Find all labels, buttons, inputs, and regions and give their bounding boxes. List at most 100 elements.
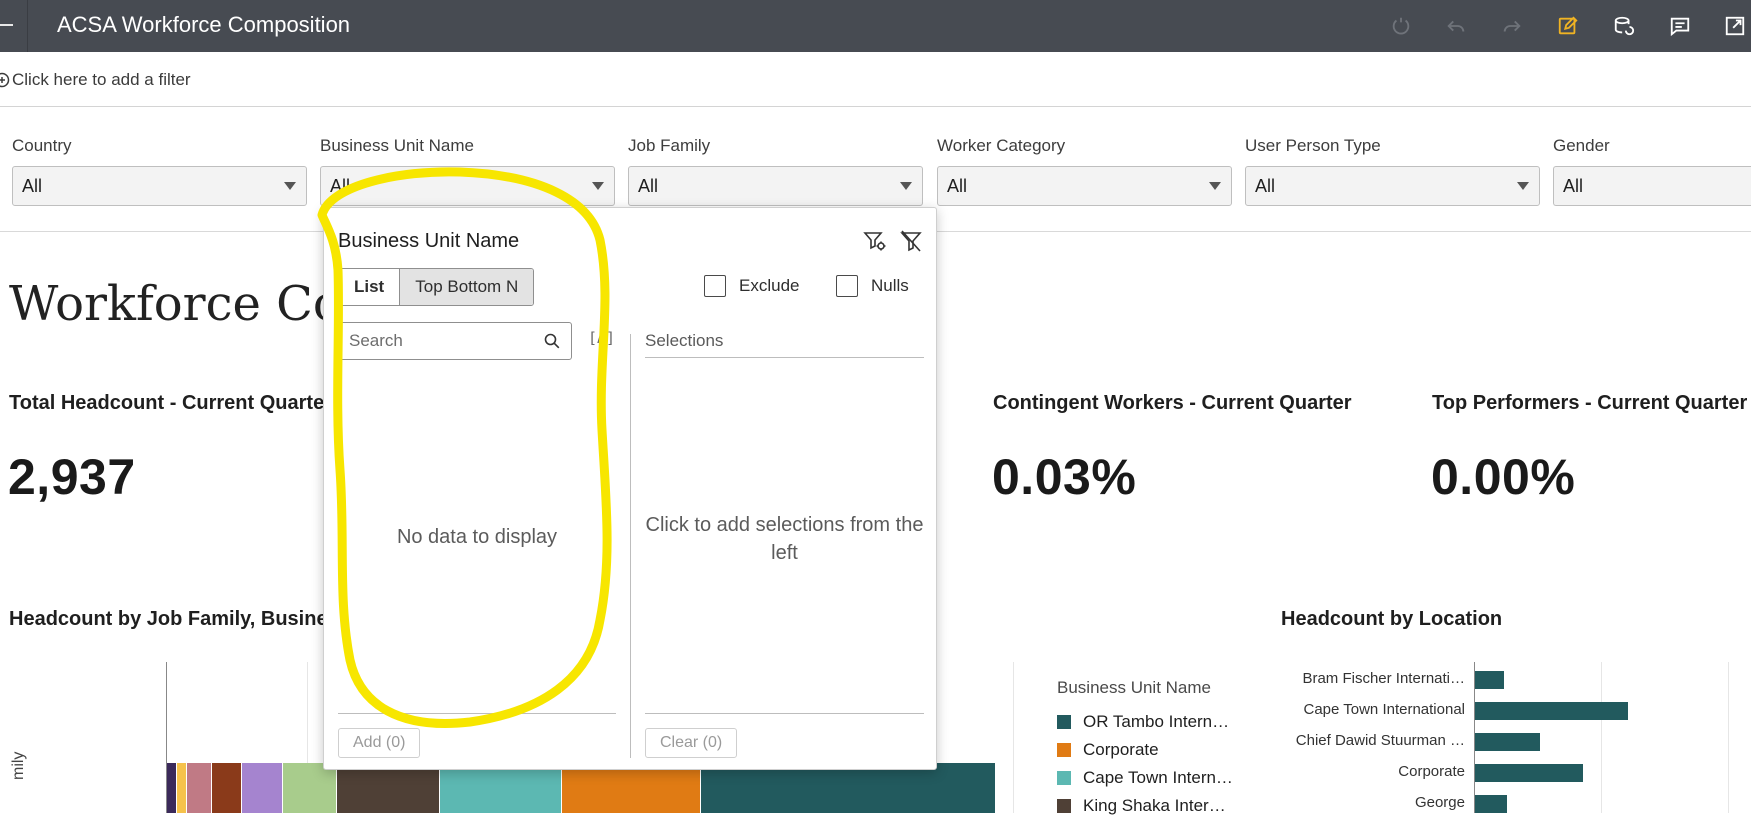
add-circle-icon	[0, 72, 10, 88]
caret-down-icon	[1517, 182, 1529, 190]
legend-label: Cape Town Intern…	[1083, 768, 1233, 787]
search-input[interactable]	[339, 323, 534, 359]
legend-item[interactable]: Cape Town Intern…	[1057, 764, 1233, 792]
kpi-value-top-performers: 0.00%	[1431, 449, 1576, 505]
section-title-job-family: Headcount by Job Family, Business	[9, 608, 350, 630]
nulls-checkbox[interactable]: Nulls	[836, 275, 909, 297]
job-family-select[interactable]: All	[628, 166, 923, 206]
worker-category-select[interactable]: All	[937, 166, 1232, 206]
prompt-label: Gender	[1553, 136, 1610, 155]
comment-icon[interactable]	[1667, 13, 1693, 39]
add-filter-link[interactable]: Click here to add a filter	[0, 70, 191, 90]
prompt-label: User Person Type	[1245, 136, 1381, 155]
nulls-label: Nulls	[871, 276, 909, 295]
business-unit-filter-popup: Business Unit Name List Top Bottom N Exc…	[323, 207, 937, 770]
user-person-type-select[interactable]: All	[1245, 166, 1540, 206]
selections-bottom-divider	[645, 713, 924, 714]
location-gridline	[1601, 662, 1602, 813]
data-refresh-icon[interactable]	[1611, 13, 1637, 39]
add-filter-label: Click here to add a filter	[12, 70, 191, 89]
search-field	[338, 322, 572, 360]
location-bar[interactable]	[1475, 671, 1504, 689]
legend-item[interactable]: Corporate	[1057, 736, 1233, 764]
checkbox-box[interactable]	[836, 275, 858, 297]
location-gridline	[1728, 662, 1729, 813]
stacked-bar-segment[interactable]	[167, 763, 177, 813]
gridline	[1013, 662, 1014, 813]
search-icon[interactable]	[543, 332, 561, 350]
case-sensitive-toggle[interactable]: [A]	[588, 329, 615, 347]
kpi-value-contingent-workers: 0.03%	[992, 449, 1137, 505]
selection-hint: Click to add selections from the left	[645, 514, 924, 564]
stacked-bar-segment[interactable]	[440, 763, 562, 813]
prompt-gender: Gender All	[1553, 136, 1751, 206]
clear-filter-icon[interactable]	[898, 228, 924, 254]
legend-swatch	[1057, 715, 1071, 729]
edit-icon[interactable]	[1555, 13, 1581, 39]
prompt-label: Worker Category	[937, 136, 1066, 155]
legend-label: OR Tambo Intern…	[1083, 712, 1230, 731]
list-mode-toggle: List Top Bottom N	[338, 268, 535, 306]
legend-label: King Shaka Inter…	[1083, 796, 1226, 815]
select-value: All	[1255, 176, 1276, 196]
select-value: All	[330, 176, 351, 196]
list-bottom-divider	[338, 713, 616, 714]
redo-icon[interactable]	[1499, 13, 1525, 39]
prompt-business-unit: Business Unit Name All	[320, 136, 615, 206]
checkbox-box[interactable]	[704, 275, 726, 297]
tab-list[interactable]: List	[339, 269, 400, 305]
undo-icon[interactable]	[1443, 13, 1469, 39]
filter-settings-icon[interactable]	[862, 228, 888, 254]
location-tick-label: Corporate	[1398, 763, 1465, 780]
stacked-bar-segment[interactable]	[177, 763, 187, 813]
legend-swatch	[1057, 799, 1071, 813]
location-tick-label: Cape Town International	[1303, 701, 1466, 718]
add-button[interactable]: Add (0)	[338, 728, 421, 758]
selections-label: Selections	[645, 331, 724, 350]
location-tick-label: Chief Dawid Stuurman …	[1295, 732, 1465, 749]
topbar-divider	[27, 0, 28, 52]
kpi-title-top-performers: Top Performers - Current Quarter	[1432, 392, 1748, 414]
caret-down-icon	[284, 182, 296, 190]
legend-item[interactable]: OR Tambo Intern…	[1057, 708, 1233, 736]
caret-down-icon	[900, 182, 912, 190]
refresh-icon[interactable]	[1388, 13, 1414, 39]
location-bar[interactable]	[1475, 733, 1540, 751]
select-value: All	[638, 176, 659, 196]
expand-icon[interactable]	[1722, 13, 1748, 39]
y-axis-label: mily	[10, 751, 27, 780]
menu-icon[interactable]	[0, 24, 13, 26]
popup-title: Business Unit Name	[338, 230, 520, 252]
stacked-bar-segment[interactable]	[242, 763, 283, 813]
location-bar[interactable]	[1475, 795, 1507, 813]
stacked-bar-segment[interactable]	[562, 763, 701, 813]
legend-item[interactable]: King Shaka Inter…	[1057, 792, 1233, 820]
prompt-job-family: Job Family All	[628, 136, 923, 206]
prompt-country: Country All	[12, 136, 307, 206]
country-select[interactable]: All	[12, 166, 307, 206]
location-bar[interactable]	[1475, 702, 1628, 720]
exclude-checkbox[interactable]: Exclude	[704, 275, 799, 297]
prompt-label: Business Unit Name	[320, 136, 475, 155]
filter-bar: Click here to add a filter	[0, 52, 1751, 107]
tab-top-bottom-n[interactable]: Top Bottom N	[399, 269, 534, 305]
prompt-user-person-type: User Person Type All	[1245, 136, 1540, 206]
gender-select[interactable]: All	[1553, 166, 1751, 206]
kpi-value-total-headcount: 2,937	[8, 449, 136, 505]
business-unit-select[interactable]: All	[320, 166, 615, 206]
caret-down-icon	[592, 182, 604, 190]
stacked-bar-segment[interactable]	[337, 763, 440, 813]
stacked-bar-segment[interactable]	[187, 763, 212, 813]
stacked-bar-segment[interactable]	[701, 763, 996, 813]
stacked-bar-segment[interactable]	[283, 763, 337, 813]
clear-button[interactable]: Clear (0)	[645, 728, 738, 758]
stacked-bar-segment[interactable]	[212, 763, 242, 813]
prompt-label: Country	[12, 136, 72, 155]
caret-down-icon	[1209, 182, 1221, 190]
select-value: All	[947, 176, 968, 196]
location-bar[interactable]	[1475, 764, 1583, 782]
selections-underline	[645, 357, 924, 358]
headcount-by-location-chart: Bram Fischer Internati… Cape Town Interna…	[1270, 660, 1751, 813]
exclude-label: Exclude	[739, 276, 800, 295]
location-tick-label: Bram Fischer Internati…	[1302, 670, 1465, 687]
